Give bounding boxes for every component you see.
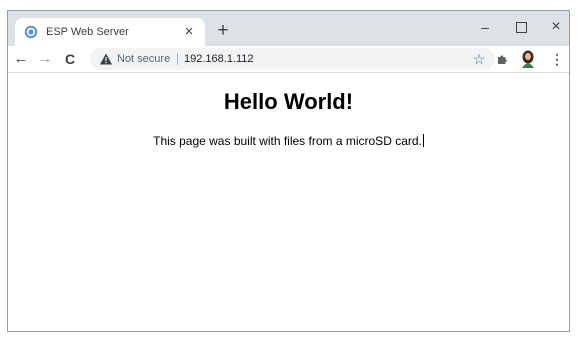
browser-toolbar: ← → C Not secure 192.168.1.112 ☆ ⋮: [8, 46, 569, 72]
close-window-button[interactable]: ×: [539, 14, 569, 40]
address-separator: [177, 53, 178, 65]
profile-avatar-button[interactable]: [517, 48, 539, 70]
text-cursor: [422, 134, 424, 147]
maximize-icon: [515, 22, 527, 34]
avatar: [522, 50, 534, 68]
tab-title: ESP Web Server: [46, 26, 129, 38]
reload-button[interactable]: C: [59, 48, 81, 70]
back-button[interactable]: ←: [10, 48, 32, 70]
extensions-button[interactable]: [491, 48, 513, 70]
page-heading: Hello World!: [223, 89, 354, 114]
tab-close-icon[interactable]: ×: [179, 22, 199, 42]
new-tab-button[interactable]: +: [213, 21, 233, 42]
kebab-menu-icon[interactable]: ⋮: [546, 48, 568, 70]
star-icon[interactable]: ☆: [469, 49, 489, 69]
security-label[interactable]: Not secure: [117, 52, 170, 66]
warning-icon[interactable]: [99, 52, 113, 66]
address-bar[interactable]: Not secure 192.168.1.112 ☆: [90, 48, 495, 70]
page-paragraph: This page was built with files from a mi…: [8, 134, 569, 149]
browser-window: ESP Web Server × + – × ← → C Not secure …: [7, 10, 570, 332]
paragraph-text: This page was built with files from a mi…: [153, 134, 422, 148]
title-bar: ESP Web Server × + – ×: [8, 11, 569, 46]
browser-tab[interactable]: ESP Web Server ×: [15, 18, 205, 46]
minimize-button[interactable]: –: [468, 14, 502, 40]
maximize-button[interactable]: [504, 14, 538, 40]
page-content: Hello World! This page was built with fi…: [8, 73, 569, 331]
forward-button[interactable]: →: [34, 48, 56, 70]
url-text[interactable]: 192.168.1.112: [184, 52, 254, 66]
globe-icon: [24, 25, 38, 39]
puzzle-icon: [498, 55, 507, 64]
